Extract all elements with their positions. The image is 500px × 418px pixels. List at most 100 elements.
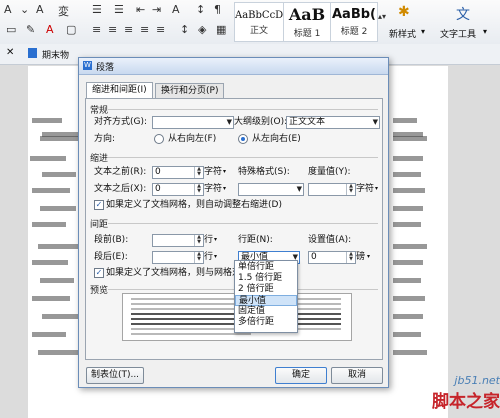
section-general: 常规 — [90, 106, 109, 116]
case-change-icon[interactable]: A — [36, 3, 44, 16]
line-spacing-option[interactable]: 1.5 倍行距 — [235, 273, 297, 284]
style-sample: AaBbCcD — [235, 10, 284, 21]
chevron-down-icon: ▼ — [296, 185, 302, 193]
chevron-down-icon[interactable]: ▾ — [421, 27, 425, 36]
spin-arrows-icon[interactable]: ▲ ▼ — [194, 252, 203, 263]
space-after-unit[interactable]: 行 — [204, 251, 213, 263]
spacing-grid-label: 如果定义了文档网格，则与网格对 — [106, 268, 240, 278]
font-color-a-icon[interactable]: A — [4, 3, 12, 16]
style-label: 标题 1 — [293, 29, 321, 39]
indent-before-input[interactable]: 0 ▲ ▼ — [152, 166, 204, 179]
spin-arrows-icon[interactable]: ▲ ▼ — [194, 184, 203, 195]
spin-arrows-icon[interactable]: ▲ ▼ — [194, 235, 203, 246]
text-color-icon[interactable]: A — [46, 23, 54, 36]
document-text-line — [42, 314, 78, 319]
preview-line — [131, 333, 251, 335]
spin-arrows-icon[interactable]: ▲ ▼ — [346, 252, 355, 263]
ok-button[interactable]: 确定 — [275, 367, 327, 384]
document-text-line — [393, 156, 423, 161]
line-spacing-icon[interactable]: ↕ — [180, 23, 189, 36]
indent-after-input[interactable]: 0 ▲ ▼ — [152, 183, 204, 196]
setting-unit[interactable]: 磅 — [356, 251, 365, 263]
ltr-radio[interactable] — [238, 134, 248, 144]
space-after-label: 段后(E): — [94, 252, 128, 262]
indent-before-unit[interactable]: 字符 — [204, 166, 222, 178]
line-spacing-option[interactable]: 多倍行距 — [235, 317, 297, 328]
strikethrough-icon[interactable]: ▭ — [6, 23, 16, 36]
space-before-input[interactable]: ▲ ▼ — [152, 234, 204, 247]
style-heading-2[interactable]: AaBb( 标题 2 — [330, 2, 378, 42]
indent-after-unit[interactable]: 字符 — [204, 183, 222, 195]
chinese-layout-icon[interactable]: A — [172, 3, 180, 16]
line-spacing-option[interactable]: 单倍行距 — [235, 262, 297, 273]
tab-line-page-breaks[interactable]: 换行和分页(P) — [155, 83, 225, 98]
dialog-titlebar[interactable]: W 段落 — [79, 58, 388, 75]
tab-indent-spacing[interactable]: 缩进和间距(I) — [86, 82, 153, 99]
align-center-icon[interactable]: ≡ — [108, 23, 117, 36]
special-format-select[interactable]: ▼ — [238, 183, 304, 196]
setting-input[interactable]: 0 ▲ ▼ — [308, 251, 356, 264]
space-before-unit[interactable]: 行 — [204, 234, 213, 246]
align-left-icon[interactable]: ≡ — [92, 23, 101, 36]
numbering-icon[interactable]: ☰ — [114, 3, 124, 16]
style-heading-1[interactable]: AaB 标题 1 — [283, 2, 331, 42]
line-spacing-option[interactable]: 固定值 — [235, 306, 297, 317]
chevron-down-icon[interactable]: ▾ — [367, 251, 370, 263]
sort-icon[interactable]: ↕ — [196, 3, 205, 16]
cancel-button[interactable]: 取消 — [331, 367, 383, 384]
space-after-input[interactable]: ▲ ▼ — [152, 251, 204, 264]
outline-level-select[interactable]: 正文文本 ▼ — [286, 116, 380, 129]
document-tab[interactable]: 期末物 — [42, 48, 69, 61]
border-icon[interactable]: ▢ — [66, 23, 76, 36]
chevron-down-icon[interactable]: ▾ — [214, 234, 217, 246]
rtl-radio[interactable] — [154, 134, 164, 144]
new-style-icon[interactable]: ✱ — [398, 4, 410, 20]
shading-icon[interactable]: ◈ — [198, 23, 206, 36]
distribute-icon[interactable]: ≡ — [156, 23, 165, 36]
indent-grid-label: 如果定义了文档网格，则自动调整右缩进(D) — [106, 200, 282, 210]
spin-arrows-icon[interactable]: ▲ ▼ — [194, 167, 203, 178]
show-marks-icon[interactable]: ¶ — [214, 3, 221, 16]
chevron-down-icon: ▼ — [372, 118, 378, 126]
new-style-button[interactable]: 新样式 — [389, 27, 416, 40]
spacing-grid-checkbox[interactable]: ✓ — [94, 268, 104, 278]
text-effect-icon[interactable]: ⌄ — [20, 3, 29, 16]
line-spacing-option-selected[interactable]: 最小值 — [235, 295, 297, 306]
chevron-down-icon[interactable]: ▾ — [375, 183, 378, 195]
align-right-icon[interactable]: ≡ — [124, 23, 133, 36]
chevron-down-icon[interactable]: ▾ — [483, 27, 487, 36]
paragraph-dialog: W 段落 缩进和间距(I) 换行和分页(P) 常规 对齐方式(G): ▼ 大纲级… — [78, 57, 389, 388]
site-watermark: jb51.net 脚本之家 — [408, 374, 500, 418]
measure-unit[interactable]: 字符 — [356, 183, 374, 195]
style-sample: AaBb( — [332, 7, 376, 22]
indent-increase-icon[interactable]: ⇥ — [152, 3, 161, 16]
spin-arrows-icon[interactable]: ▲ ▼ — [346, 184, 355, 195]
chevron-down-icon[interactable]: ▾ — [214, 251, 217, 263]
chevron-down-icon[interactable]: ▾ — [223, 166, 226, 178]
alignment-select[interactable]: ▼ — [152, 116, 234, 129]
divider — [108, 223, 378, 224]
close-icon[interactable]: ✕ — [6, 47, 14, 58]
indent-decrease-icon[interactable]: ⇤ — [136, 3, 145, 16]
special-format-label: 特殊格式(S): — [238, 167, 290, 177]
justify-icon[interactable]: ≡ — [140, 23, 149, 36]
indent-after-label: 文本之后(X): — [94, 184, 147, 194]
paragraph-border-icon[interactable]: ▦ — [216, 23, 226, 36]
style-gallery-arrows-icon[interactable]: ▴▾ — [378, 12, 386, 21]
style-normal[interactable]: AaBbCcD 正文 — [234, 2, 284, 42]
document-text-line — [38, 244, 78, 249]
divider — [108, 157, 378, 158]
dialog-title: 段落 — [96, 63, 115, 73]
measure-input[interactable]: ▲ ▼ — [308, 183, 356, 196]
phonetic-icon[interactable]: 変 — [58, 3, 69, 19]
text-tools-button[interactable]: 文字工具 — [440, 27, 476, 40]
chevron-down-icon[interactable]: ▾ — [223, 183, 226, 195]
ltr-label: 从左向右(E) — [252, 134, 301, 144]
indent-before-value: 0 — [155, 167, 161, 177]
bullets-icon[interactable]: ☰ — [92, 3, 102, 16]
indent-grid-checkbox[interactable]: ✓ — [94, 200, 104, 210]
text-tools-icon[interactable]: 文 — [456, 4, 470, 24]
highlight-icon[interactable]: ✎ — [26, 23, 35, 36]
tab-stops-button[interactable]: 制表位(T)... — [86, 367, 144, 384]
line-spacing-option[interactable]: 2 倍行距 — [235, 284, 297, 295]
